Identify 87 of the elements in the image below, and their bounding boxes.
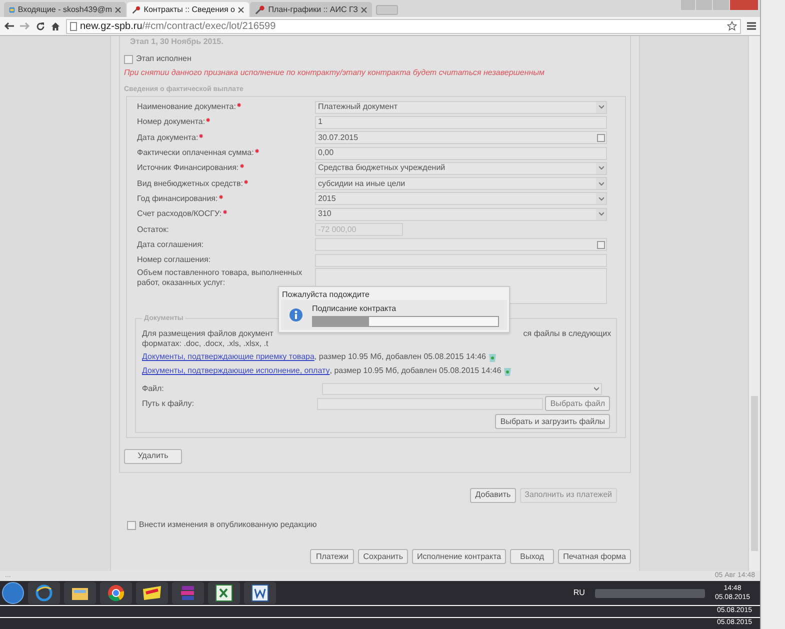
document-icon[interactable] (251, 584, 269, 602)
info-text: Для размещения файлов документ (142, 328, 274, 338)
date-field[interactable] (315, 238, 607, 252)
scrollbar[interactable] (748, 36, 760, 571)
reload-icon[interactable] (36, 22, 45, 30)
file-meta: , размер 10.95 Мб, добавлен 05.08.2015 14:46 (314, 351, 486, 364)
url-text: new.gz-spb.ru/#cm/contract/exec/lot/216599 (80, 20, 276, 34)
checkbox-label: Этап исполнен (136, 53, 192, 65)
envelope-icon (9, 4, 15, 14)
dropdown-field[interactable]: Средства бюджетных учреждений (315, 162, 607, 175)
tray-icons[interactable] (594, 588, 705, 598)
field-label: Дата соглашения: (137, 240, 204, 250)
spreadsheet-icon[interactable] (215, 584, 233, 602)
calendar-icon (597, 240, 605, 249)
text-field[interactable] (317, 398, 544, 410)
field-label: Фактически оплаченная сумма: (137, 148, 254, 158)
language-indicator[interactable]: RU (573, 587, 585, 599)
browser-icon[interactable] (35, 584, 53, 602)
close-icon[interactable] (361, 6, 367, 12)
chevron-icon (596, 162, 606, 174)
forward-icon[interactable] (20, 22, 30, 30)
text-field[interactable]: 1 (315, 116, 607, 129)
field-label: Объем поставленного товара, выполненных работ, оказанных услуг: (137, 268, 304, 288)
chevron-icon (596, 193, 606, 204)
field-label: Вид внебюджетных средств: (137, 178, 243, 189)
section-legend: Этап 1, 30 Ноябрь 2015. (130, 36, 626, 48)
close-icon[interactable] (115, 6, 121, 12)
field-label: Номер соглашения: (137, 255, 211, 266)
star-icon[interactable] (727, 21, 737, 31)
ribbon-icon[interactable] (142, 585, 162, 601)
chevron-icon (596, 102, 606, 113)
dialog-title: Пожалуйста подождите (281, 289, 370, 300)
date-field[interactable]: 30.07.2015 (315, 131, 607, 144)
choose-file-button[interactable]: Выбрать файл (545, 396, 610, 412)
checkbox[interactable] (124, 54, 133, 64)
field-label: Наименование документа: (137, 102, 236, 112)
upload-button[interactable]: Выбрать и загрузить файлы (495, 414, 610, 430)
field-label: Файл: (142, 382, 165, 395)
browser-tab[interactable]: Входящие - skosh439@m (4, 2, 126, 17)
folder-icon[interactable] (71, 585, 89, 601)
start-button[interactable] (2, 582, 24, 604)
trash-icon[interactable] (504, 366, 512, 376)
field-label: Остаток: (137, 224, 169, 235)
chevron-icon (596, 178, 606, 190)
menu-icon[interactable] (747, 22, 756, 30)
dropdown-field[interactable]: 310 (315, 208, 607, 221)
dialog-message: Подписание контракта (312, 303, 398, 315)
home-icon[interactable] (51, 22, 60, 30)
books-icon[interactable] (179, 584, 197, 602)
dropdown-field[interactable] (322, 382, 602, 395)
text-field[interactable]: 0,00 (315, 146, 607, 160)
delete-button[interactable]: Удалить (124, 448, 182, 464)
field-label: Источник Финансирования: (137, 163, 239, 174)
dropdown-field[interactable]: Платежный документ (315, 100, 607, 114)
checkbox-label: Внести изменения в опубликованную редакцию (139, 519, 317, 532)
field-label: Номер документа: (137, 117, 206, 128)
action-button[interactable]: Добавить (470, 488, 516, 503)
calendar-icon (597, 134, 605, 142)
checkbox[interactable] (127, 520, 136, 530)
browser-tab[interactable]: План-графики :: АИС ГЗ (250, 2, 372, 17)
field-label: Счет расходов/КОСГУ: (137, 209, 222, 220)
page-icon (70, 22, 77, 30)
info-icon (289, 308, 303, 322)
browser-tab[interactable]: Контракты :: Сведения о (127, 2, 249, 17)
chevron-icon (596, 208, 606, 220)
footer-button[interactable]: Печатная форма (558, 549, 631, 564)
dropdown-field[interactable]: субсидии на иные цели (315, 177, 607, 190)
footer-button[interactable]: Выход (510, 549, 554, 564)
footer-button[interactable]: Исполнение контракта (412, 549, 506, 564)
field-label: Путь к файлу: (142, 398, 195, 410)
trash-icon[interactable] (488, 352, 496, 362)
warning-text: При снятии данного признака исполнение по контракту/этапу контракта будет считаться незавершенным (124, 67, 546, 79)
info-text: форматах: .doc, .docx, .xls, .xlsx, .t (142, 338, 270, 348)
footer-button[interactable]: Сохранить (358, 549, 408, 564)
browser-icon[interactable] (107, 584, 125, 602)
field-label: Год финансирования: (137, 194, 218, 204)
dropdown-field[interactable]: 2015 (315, 192, 607, 206)
file-link[interactable]: Документы, подтверждающие исполнение, оплату (142, 365, 330, 378)
address-field[interactable]: new.gz-spb.ru/#cm/contract/exec/lot/216599 (66, 18, 741, 34)
field-label: Дата документа: (137, 132, 198, 143)
footer-button[interactable]: Платежи (310, 549, 354, 564)
info-text: ся файлы в следующих (523, 328, 612, 338)
file-meta: , размер 10.95 Мб, добавлен 05.08.2015 14:46 (330, 365, 502, 378)
back-icon[interactable] (4, 22, 14, 30)
new-tab-button[interactable] (376, 5, 398, 15)
close-icon[interactable] (238, 6, 244, 12)
file-link[interactable]: Документы, подтверждающие приемку товара (142, 351, 314, 364)
